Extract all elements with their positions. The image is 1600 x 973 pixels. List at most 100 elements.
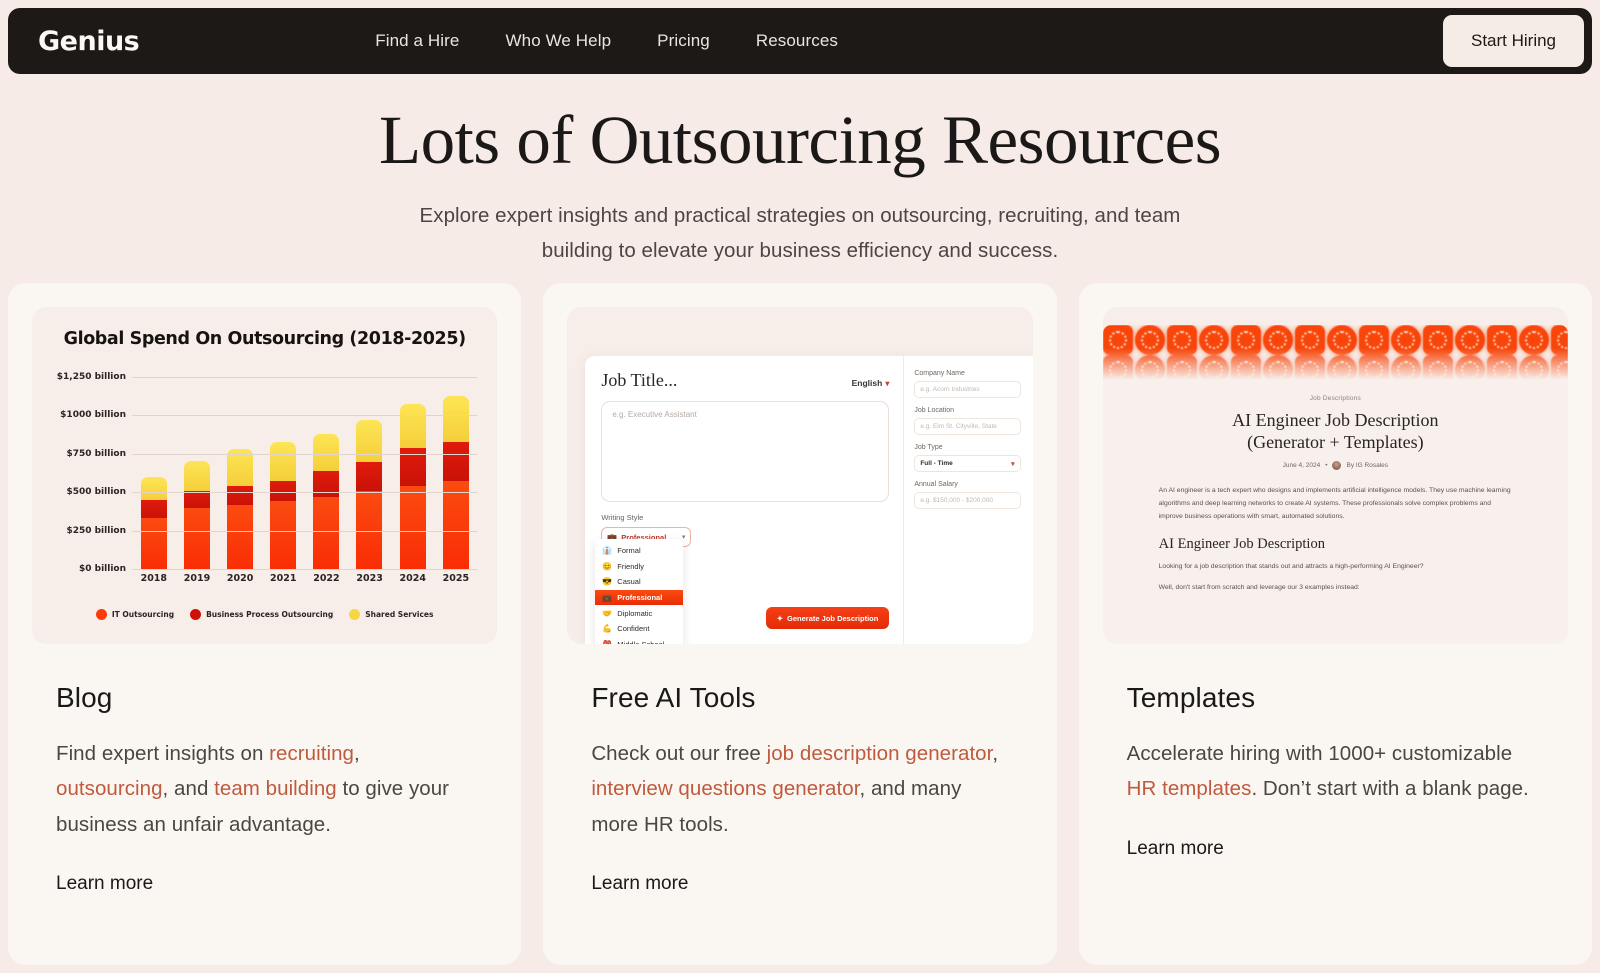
primary-navigation: Find a Hire Who We Help Pricing Resource… xyxy=(375,31,838,51)
inline-text: . Don’t start with a blank page. xyxy=(1251,777,1529,801)
dropdown-option[interactable]: 😊 Friendly xyxy=(595,559,683,575)
select-field[interactable]: Full - Time ▾ xyxy=(914,455,1021,472)
ai-tools-media: Job Title... English ▾ e.g. Executive As… xyxy=(567,307,1033,644)
text-field[interactable]: e.g. $150,000 - $200,000 xyxy=(914,492,1021,509)
article-paragraph-2: Well, don't start from scratch and lever… xyxy=(1158,583,1360,591)
start-hiring-button[interactable]: Start Hiring xyxy=(1443,15,1584,67)
dropdown-option[interactable]: 😎 Casual xyxy=(595,574,683,590)
chart-bar-segment xyxy=(140,499,167,519)
chart-x-tick: 2019 xyxy=(183,573,211,584)
chart-y-tick: $750 billion xyxy=(66,448,126,459)
language-selector[interactable]: English ▾ xyxy=(852,378,890,388)
card-title: Templates xyxy=(1126,682,1256,713)
writing-style-dropdown[interactable]: 👔 Formal 😊 Friendly 😎 Casual 💼 Professional 🤝 Dip… xyxy=(595,539,684,644)
learn-more-link-templates[interactable]: Learn more xyxy=(1127,838,1224,860)
inline-text: , xyxy=(992,742,999,765)
dropdown-option[interactable]: 🤝 Diplomatic xyxy=(595,605,683,621)
learn-more-link-ai-tools[interactable]: Learn more xyxy=(591,873,688,895)
text-field[interactable]: e.g. Acorn Industries xyxy=(914,381,1021,398)
inline-link[interactable]: outsourcing xyxy=(56,777,163,800)
inline-link[interactable]: job description generator xyxy=(767,742,993,765)
nav-link-find-a-hire[interactable]: Find a Hire xyxy=(375,31,459,51)
legend-swatch-icon xyxy=(95,609,107,620)
resource-cards: Global Spend On Outsourcing (2018-2025) … xyxy=(8,283,1592,965)
chart-bar xyxy=(183,460,210,569)
dropdown-option[interactable]: 🎒 Middle School xyxy=(595,637,683,644)
chart-bar-segment xyxy=(183,507,210,569)
card-free-ai-tools[interactable]: Job Title... English ▾ e.g. Executive As… xyxy=(543,283,1057,965)
inline-link[interactable]: HR templates xyxy=(1127,777,1252,800)
chevron-down-icon: ▾ xyxy=(885,378,890,388)
inline-link[interactable]: recruiting xyxy=(269,742,354,765)
chart-gridline xyxy=(132,453,478,455)
article-title-line-2: (Generator + Templates) xyxy=(1247,431,1424,452)
field-label: Annual Salary xyxy=(914,481,958,488)
chart-x-tick: 2024 xyxy=(399,573,426,584)
field-value: Full - Time xyxy=(920,460,953,467)
chart-bar-segment xyxy=(356,420,383,462)
field-value: e.g. $150,000 - $200,000 xyxy=(920,497,993,504)
option-emoji-icon: 😊 xyxy=(602,561,613,571)
inline-text: , and xyxy=(162,777,215,801)
card-templates[interactable]: Job Descriptions AI Engineer Job Descrip… xyxy=(1078,283,1592,965)
field-label: Company Name xyxy=(914,370,965,377)
chart-bar-segment xyxy=(270,441,297,481)
chart-x-tick: 2023 xyxy=(356,573,383,584)
chart-bar-segment xyxy=(442,442,469,481)
chart-bar-segment xyxy=(399,403,426,448)
card-description: Find expert insights on recruiting, outs… xyxy=(56,736,473,842)
inline-text: Find expert insights on xyxy=(56,742,270,765)
chart-y-axis: $0 billion $250 billion $500 billion $750 b… xyxy=(48,372,126,574)
card-title: Blog xyxy=(56,682,113,713)
job-description-textarea[interactable]: e.g. Executive Assistant xyxy=(601,401,890,502)
chart-legend-item: Business Process Outsourcing xyxy=(190,609,333,620)
article-title-line-1: AI Engineer Job Description xyxy=(1232,410,1439,430)
card-templates-body: Templates Accelerate hiring with 1000+ c… xyxy=(1103,644,1568,860)
field-label: Job Location xyxy=(914,407,955,414)
chart-x-axis: 2018 2019 2020 2021 2022 2023 2024 2025 xyxy=(132,573,477,584)
generate-job-description-button[interactable]: ✦ Generate Job Description xyxy=(765,607,890,629)
inline-text: , xyxy=(353,742,360,765)
chart-x-tick: 2025 xyxy=(442,573,470,584)
inline-link[interactable]: interview questions generator xyxy=(591,777,859,800)
chart-bar-segment xyxy=(226,486,253,505)
option-label: Friendly xyxy=(617,561,644,571)
article-kicker: Job Descriptions xyxy=(1309,395,1361,402)
text-field[interactable]: e.g. Elm St. Cityville, State xyxy=(914,418,1021,435)
chart-x-tick: 2022 xyxy=(313,573,340,584)
chart-y-tick: $250 billion xyxy=(66,525,126,536)
chart-bar-segment xyxy=(183,490,210,508)
chart-bar xyxy=(140,476,167,569)
chevron-down-icon: ▾ xyxy=(681,534,686,541)
chart-grid xyxy=(132,377,478,570)
templates-media: Job Descriptions AI Engineer Job Descrip… xyxy=(1102,307,1568,644)
option-label: Middle School xyxy=(617,640,664,644)
legend-label: Shared Services xyxy=(365,610,434,619)
article-date: June 4, 2024 xyxy=(1282,461,1321,469)
job-title-input[interactable]: Job Title... xyxy=(601,370,677,391)
chart-y-tick: $1000 billion xyxy=(60,410,126,421)
chart-bar-segment xyxy=(313,496,340,569)
learn-more-link-blog[interactable]: Learn more xyxy=(56,873,153,895)
hero-subtitle: Explore expert insights and practical st… xyxy=(419,204,1181,262)
chart-bar-segment xyxy=(226,504,253,569)
writing-style-label: Writing Style xyxy=(601,513,644,522)
nav-link-who-we-help[interactable]: Who We Help xyxy=(506,31,612,51)
nav-link-resources[interactable]: Resources xyxy=(756,31,838,51)
inline-link[interactable]: team building xyxy=(214,777,337,800)
dropdown-option[interactable]: 💼 Professional xyxy=(595,589,684,606)
inline-text: Accelerate hiring with 1000+ customizabl… xyxy=(1126,742,1513,765)
sparkle-icon: ✦ xyxy=(776,613,784,623)
article-preview: Job Descriptions AI Engineer Job Descrip… xyxy=(1102,325,1568,644)
chart-bar-segment xyxy=(313,433,340,472)
article-byline: June 4, 2024 • By IG Rosales xyxy=(1159,460,1512,470)
article-content: Job Descriptions AI Engineer Job Descrip… xyxy=(1103,383,1568,595)
generator-header: Job Title... English ▾ xyxy=(601,370,889,391)
brand-logo[interactable]: Genius xyxy=(38,26,140,57)
nav-link-pricing[interactable]: Pricing xyxy=(657,31,710,51)
option-emoji-icon: 👔 xyxy=(602,546,613,556)
dropdown-option[interactable]: 👔 Formal xyxy=(595,543,683,559)
card-blog[interactable]: Global Spend On Outsourcing (2018-2025) … xyxy=(8,283,522,965)
avatar xyxy=(1332,460,1342,470)
dropdown-option[interactable]: 💪 Confident xyxy=(595,621,683,637)
